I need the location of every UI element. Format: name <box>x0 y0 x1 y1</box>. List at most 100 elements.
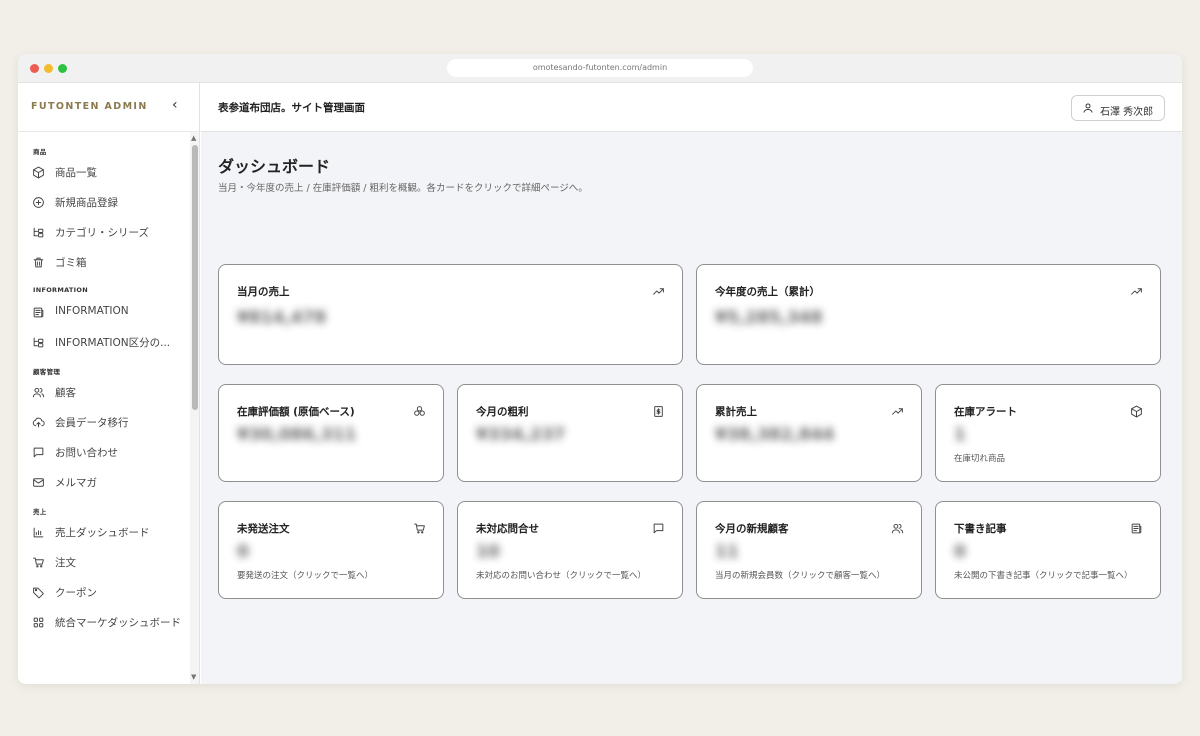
sidebar-section-title: 商品 <box>33 148 47 156</box>
sidebar-item-label: 新規商品登録 <box>55 197 118 209</box>
sidebar-item[interactable]: 売上ダッシュボード <box>28 518 188 544</box>
page-title: ダッシュボード <box>218 157 331 176</box>
sidebar-item-label: 統合マーケダッシュボード <box>55 617 181 629</box>
message-icon <box>652 520 666 534</box>
card-title: 今月の粗利 <box>476 406 529 418</box>
card-value: 0 <box>237 542 249 562</box>
card-subtext: 在庫切れ商品 <box>954 454 1006 464</box>
card-title: 当月の売上 <box>237 286 290 298</box>
layers-icon <box>413 403 427 417</box>
user-icon <box>1083 103 1093 113</box>
tree-icon <box>32 334 46 348</box>
sidebar-item[interactable]: 顧客 <box>28 378 188 404</box>
sidebar-item[interactable]: INFORMATION <box>28 298 188 324</box>
dashboard-card[interactable]: 当月の売上 ¥814,478 <box>218 264 683 365</box>
cloud-upload-icon <box>32 414 46 428</box>
bar-chart-icon <box>32 524 46 538</box>
dashboard-card[interactable]: 下書き記事 0 未公開の下書き記事（クリックで記事一覧へ） <box>935 501 1161 599</box>
sidebar-item[interactable]: 新規商品登録 <box>28 188 188 214</box>
users-icon <box>891 520 905 534</box>
chevron-left-icon[interactable]: ‹ <box>172 97 178 113</box>
maximize-window-button[interactable] <box>58 64 67 73</box>
sidebar-item-label: INFORMATION区分の... <box>55 337 171 349</box>
card-value: ¥5,285,348 <box>715 308 823 328</box>
box-icon <box>32 164 46 179</box>
card-subtext: 当月の新規会員数（クリックで顧客一覧へ） <box>715 571 886 581</box>
sidebar-item-label: INFORMATION <box>55 305 129 317</box>
sidebar-item-label: メルマガ <box>55 477 97 489</box>
sidebar-item[interactable]: お問い合わせ <box>28 438 188 464</box>
brand-logo: FUTONTEN ADMIN <box>31 101 148 112</box>
sidebar-item-label: 商品一覧 <box>55 167 97 179</box>
main-content: ダッシュボード 当月・今年度の売上 / 在庫評価額 / 粗利を概観。各カードをク… <box>201 132 1182 684</box>
users-icon <box>32 384 46 398</box>
card-title: 未対応問合せ <box>476 523 539 535</box>
dashboard-card[interactable]: 未発送注文 0 要発送の注文（クリックで一覧へ） <box>218 501 444 599</box>
sidebar-item-label: 会員データ移行 <box>55 417 129 429</box>
user-menu-button[interactable]: 石澤 秀次郎 <box>1071 95 1165 121</box>
grid-icon <box>32 614 46 628</box>
sidebar-item-label: 売上ダッシュボード <box>55 527 150 539</box>
newspaper-icon <box>1130 520 1144 534</box>
sidebar-item-label: 顧客 <box>55 387 76 399</box>
sidebar-scrollbar[interactable]: ▲ ▼ <box>190 132 199 684</box>
scroll-down-arrow[interactable]: ▼ <box>191 673 196 681</box>
dashboard-card[interactable]: 今月の粗利 ¥334,237 <box>457 384 683 482</box>
card-value: 11 <box>715 542 739 562</box>
card-value: ¥814,478 <box>237 308 327 328</box>
sidebar-item[interactable]: 注文 <box>28 548 188 574</box>
card-value: ¥334,237 <box>476 425 566 445</box>
sidebar-item-label: クーポン <box>55 587 97 599</box>
dashboard-card[interactable]: 在庫評価額 (原価ベース) ¥30,086,311 <box>218 384 444 482</box>
card-value: ¥30,086,311 <box>237 425 357 445</box>
sidebar-item[interactable]: カテゴリ・シリーズ <box>28 218 188 244</box>
sidebar-item[interactable]: INFORMATION区分の... <box>28 328 188 354</box>
dashboard-card[interactable]: 在庫アラート 1 在庫切れ商品 <box>935 384 1161 482</box>
tag-icon <box>32 584 46 599</box>
scrollbar-thumb[interactable] <box>192 145 198 410</box>
scroll-up-arrow[interactable]: ▲ <box>191 134 196 142</box>
sidebar-header: FUTONTEN ADMIN ‹ <box>18 83 199 132</box>
sidebar-item-label: 注文 <box>55 557 76 569</box>
message-icon <box>32 444 46 458</box>
card-title: 累計売上 <box>715 406 757 418</box>
sidebar-item[interactable]: 統合マーケダッシュボード <box>28 608 188 634</box>
trending-up-icon <box>891 403 905 417</box>
sidebar-item[interactable]: 商品一覧 <box>28 158 188 184</box>
sidebar-item[interactable]: 会員データ移行 <box>28 408 188 434</box>
tree-icon <box>32 224 46 238</box>
sidebar-item[interactable]: ゴミ箱 <box>28 248 188 274</box>
browser-titlebar: omotesando-futonten.com/admin <box>18 54 1182 83</box>
minimize-window-button[interactable] <box>44 64 53 73</box>
mail-icon <box>32 474 46 488</box>
sidebar-item[interactable]: メルマガ <box>28 468 188 494</box>
sidebar-item-label: ゴミ箱 <box>55 257 87 269</box>
card-title: 下書き記事 <box>954 523 1007 535</box>
dashboard-card[interactable]: 累計売上 ¥38,382,844 <box>696 384 922 482</box>
card-value: ¥38,382,844 <box>715 425 835 445</box>
newspaper-icon <box>32 304 46 318</box>
sidebar: FUTONTEN ADMIN ‹ 商品商品一覧新規商品登録カテゴリ・シリーズ ゴミ… <box>18 83 200 684</box>
top-header: 表参道布団店。サイト管理画面 石澤 秀次郎 <box>201 83 1182 132</box>
card-title: 在庫アラート <box>954 406 1017 418</box>
site-title: 表参道布団店。サイト管理画面 <box>218 102 365 114</box>
sidebar-item[interactable]: クーポン <box>28 578 188 604</box>
dashboard-card[interactable]: 今年度の売上（累計） ¥5,285,348 <box>696 264 1161 365</box>
dashboard-card[interactable]: 今月の新規顧客 11 当月の新規会員数（クリックで顧客一覧へ） <box>696 501 922 599</box>
user-name: 石澤 秀次郎 <box>1100 107 1154 118</box>
card-title: 在庫評価額 (原価ベース) <box>237 406 355 418</box>
address-bar[interactable]: omotesando-futonten.com/admin <box>447 59 753 77</box>
trash-icon <box>32 254 46 268</box>
dashboard-card[interactable]: 未対応問合せ 10 未対応のお問い合わせ（クリックで一覧へ） <box>457 501 683 599</box>
sidebar-section-title: 顧客管理 <box>33 368 61 376</box>
trending-up-icon <box>652 283 666 297</box>
sidebar-item-label: カテゴリ・シリーズ <box>55 227 149 239</box>
card-value: 1 <box>954 425 966 445</box>
sidebar-section-title: 売上 <box>33 508 47 516</box>
cube-icon <box>1130 403 1144 418</box>
sidebar-item-label: お問い合わせ <box>55 447 118 459</box>
cart-icon <box>32 554 46 568</box>
card-title: 未発送注文 <box>237 523 290 535</box>
card-subtext: 要発送の注文（クリックで一覧へ） <box>237 571 374 581</box>
close-window-button[interactable] <box>30 64 39 73</box>
